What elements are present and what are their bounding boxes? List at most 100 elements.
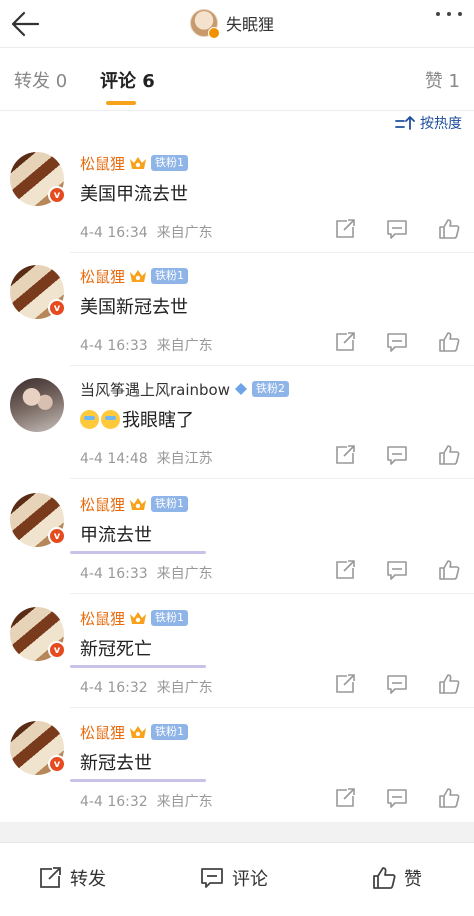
crying-laughing-emoji-icon [80, 409, 99, 429]
repost-icon[interactable] [334, 331, 356, 353]
verified-badge-icon: v [48, 755, 66, 773]
profile-title[interactable]: 失眠狸 [190, 8, 275, 39]
repost-button[interactable]: 转发 [38, 865, 106, 891]
comment-text: 我眼瞎了 [80, 406, 194, 432]
comment-meta: 4-4 16:33 来自广东 [80, 335, 213, 355]
repost-icon[interactable] [334, 444, 356, 466]
avatar[interactable] [10, 378, 64, 432]
like-icon[interactable] [438, 444, 460, 466]
top-bar: 失眠狸 [0, 0, 474, 48]
comment-item: 当风筝遇上风rainbow 铁粉2 我眼瞎了 4-4 14:48 来自江苏 [0, 366, 474, 479]
highlight-underline [70, 779, 206, 782]
verified-badge-icon: v [48, 527, 66, 545]
sort-icon [395, 116, 415, 130]
verified-badge-icon: v [48, 299, 66, 317]
comment-time: 4-4 16:32 [80, 794, 148, 810]
tab-repost-count: 0 [55, 71, 68, 92]
comment-time: 4-4 16:33 [80, 566, 148, 582]
verified-badge-icon: v [48, 186, 66, 204]
comment-icon[interactable] [386, 787, 408, 809]
tab-like-count: 1 [448, 71, 460, 92]
like-icon[interactable] [438, 673, 460, 695]
repost-label: 转发 [70, 869, 106, 890]
crown-icon [130, 270, 147, 282]
like-icon[interactable] [438, 559, 460, 581]
comment-icon[interactable] [386, 218, 408, 240]
tab-like[interactable]: 赞 1 [425, 67, 460, 93]
comment-meta: 4-4 14:48 来自江苏 [80, 448, 213, 468]
comment-icon[interactable] [386, 444, 408, 466]
avatar [190, 9, 220, 39]
comment-username[interactable]: 松鼠狸 [80, 608, 125, 629]
repost-icon [40, 867, 61, 888]
like-button[interactable]: 赞 [372, 865, 422, 891]
comment-icon [201, 868, 223, 888]
fan-badge: 铁粉1 [151, 155, 189, 171]
comment-icon[interactable] [386, 673, 408, 695]
comment-username[interactable]: 松鼠狸 [80, 722, 125, 743]
back-button[interactable] [8, 6, 44, 42]
tab-repost-label: 转发 [14, 71, 50, 92]
comment-meta: 4-4 16:33 来自广东 [80, 563, 213, 583]
comment-username[interactable]: 当风筝遇上风rainbow [80, 379, 230, 400]
comment-location: 来自广东 [156, 680, 213, 696]
comment-text: 美国甲流去世 [80, 184, 188, 205]
like-icon[interactable] [438, 331, 460, 353]
comment-time: 4-4 16:33 [80, 338, 148, 354]
tab-comment[interactable]: 评论 6 [100, 67, 155, 93]
divider [70, 593, 474, 594]
comment-button[interactable]: 评论 [200, 865, 268, 891]
tab-like-label: 赞 [424, 71, 443, 92]
like-icon[interactable] [438, 218, 460, 240]
comment-time: 4-4 16:34 [80, 225, 148, 241]
comment-username[interactable]: 松鼠狸 [80, 266, 125, 287]
comment-meta: 4-4 16:32 来自广东 [80, 791, 213, 811]
sort-label: 按热度 [420, 116, 462, 132]
comment-username[interactable]: 松鼠狸 [80, 153, 125, 174]
comment-text: 新冠死亡 [80, 639, 152, 660]
comment-icon[interactable] [386, 331, 408, 353]
crown-icon [130, 612, 147, 624]
crown-icon [130, 726, 147, 738]
fan-badge: 铁粉1 [151, 268, 189, 284]
crying-laughing-emoji-icon [101, 409, 120, 429]
repost-icon[interactable] [334, 787, 356, 809]
comment-time: 4-4 14:48 [80, 451, 148, 467]
repost-icon[interactable] [334, 673, 356, 695]
repost-icon[interactable] [334, 559, 356, 581]
comment-location: 来自广东 [156, 566, 213, 582]
comment-item: v 松鼠狸 铁粉1 甲流去世 4-4 16:33 来自广东 [0, 481, 474, 594]
bottom-action-bar: 转发 评论 赞 [0, 842, 474, 916]
highlight-underline [70, 665, 206, 668]
comment-item: v 松鼠狸 铁粉1 美国甲流去世 4-4 16:34 来自广东 [0, 140, 474, 253]
arrow-left-icon [11, 11, 40, 37]
comment-text: 美国新冠去世 [80, 297, 188, 318]
fan-badge: 铁粉1 [151, 610, 189, 626]
comment-page: 失眠狸 转发 0 评论 6 赞 1 按热度 v 松鼠狸 铁粉1 美国甲流去世 4… [0, 0, 474, 916]
highlight-underline [70, 551, 206, 554]
list-end-spacer [0, 822, 474, 842]
active-tab-indicator [106, 101, 136, 105]
sort-by-hot-button[interactable]: 按热度 [394, 112, 462, 134]
fan-badge: 铁粉1 [151, 724, 189, 740]
comment-username[interactable]: 松鼠狸 [80, 494, 125, 515]
diamond-icon [235, 383, 248, 395]
fan-badge: 铁粉2 [252, 381, 290, 397]
more-dots-icon[interactable] [436, 12, 462, 16]
verified-badge-icon [208, 27, 220, 39]
tab-repost[interactable]: 转发 0 [14, 67, 67, 93]
repost-icon[interactable] [334, 218, 356, 240]
comment-icon[interactable] [386, 559, 408, 581]
comment-item: v 松鼠狸 铁粉1 新冠去世 4-4 16:32 来自广东 [0, 709, 474, 822]
comment-text: 甲流去世 [80, 525, 152, 546]
like-label: 赞 [404, 869, 422, 890]
verified-badge-icon: v [48, 641, 66, 659]
tab-comment-label: 评论 [100, 71, 136, 92]
comment-location: 来自广东 [156, 794, 213, 810]
tab-bar: 转发 0 评论 6 赞 1 [0, 49, 474, 111]
comment-item: v 松鼠狸 铁粉1 美国新冠去世 4-4 16:33 来自广东 [0, 253, 474, 366]
comment-location: 来自广东 [156, 338, 213, 354]
like-icon[interactable] [438, 787, 460, 809]
page-title: 失眠狸 [226, 15, 275, 34]
comment-time: 4-4 16:32 [80, 680, 148, 696]
